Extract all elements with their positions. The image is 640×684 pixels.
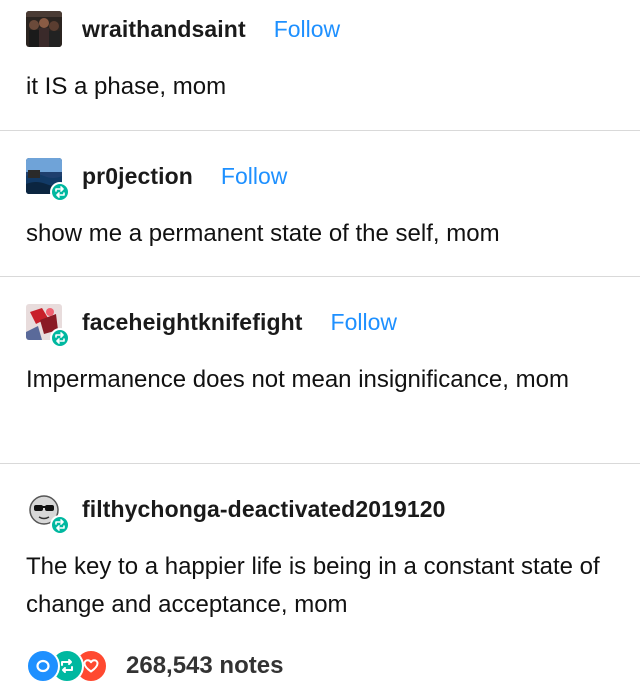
post-text: it IS a phase, mom — [26, 73, 227, 100]
avatar[interactable] — [26, 158, 70, 202]
avatar[interactable] — [26, 491, 70, 535]
username[interactable]: wraithandsaint — [82, 16, 246, 43]
divider — [0, 463, 640, 464]
divider — [0, 276, 640, 277]
follow-button[interactable]: Follow — [221, 163, 287, 190]
avatar[interactable] — [26, 11, 62, 47]
post-header: wraithandsaint Follow — [26, 11, 340, 47]
follow-button[interactable]: Follow — [331, 309, 397, 336]
notes-row[interactable]: 268,543 notes — [26, 648, 283, 684]
group-photo-avatar — [26, 11, 62, 47]
reblog-icon — [50, 515, 70, 535]
post-text: The key to a happier life is being in a … — [26, 553, 600, 618]
post-text: show me a permanent state of the self, m… — [26, 220, 500, 247]
note-icons — [26, 649, 126, 683]
post-header: faceheightknifefight Follow — [26, 304, 397, 348]
username[interactable]: faceheightknifefight — [82, 309, 303, 336]
notes-count[interactable]: 268,543 notes — [126, 652, 283, 680]
reblog-icon — [50, 328, 70, 348]
reblog-icon — [50, 182, 70, 202]
post-header: pr0jection Follow — [26, 158, 287, 202]
avatar[interactable] — [26, 304, 70, 348]
comment-icon — [26, 649, 60, 683]
username[interactable]: filthychonga-deactivated2019120 — [82, 496, 446, 523]
divider — [0, 130, 640, 131]
username[interactable]: pr0jection — [82, 163, 193, 190]
post-header: filthychonga-deactivated2019120 — [26, 491, 446, 535]
post-text: Impermanence does not mean insignificanc… — [26, 366, 569, 393]
follow-button[interactable]: Follow — [274, 16, 340, 43]
